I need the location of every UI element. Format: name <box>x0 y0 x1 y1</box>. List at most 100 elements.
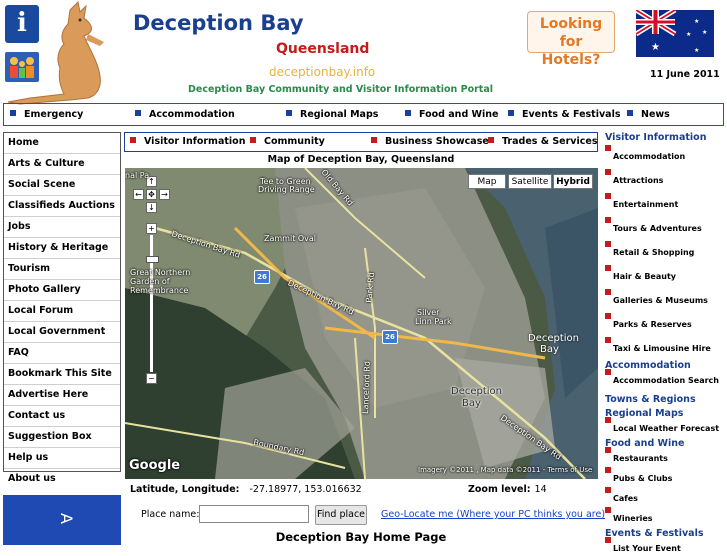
map-label-zammit: Zammit Oval <box>264 234 317 243</box>
menu-bookmark[interactable]: Bookmark This Site <box>4 364 120 385</box>
menu-social-scene[interactable]: Social Scene <box>4 175 120 196</box>
info-icon[interactable]: i <box>5 5 39 43</box>
zoom-in-icon[interactable]: + <box>146 223 157 234</box>
right-item-accommodation[interactable]: Accommodation <box>605 145 725 172</box>
menu-about-us[interactable]: About us <box>4 469 120 489</box>
menu-arts-culture[interactable]: Arts & Culture <box>4 154 120 175</box>
hotels-button[interactable]: Looking for Hotels? <box>527 11 615 68</box>
right-heading-events[interactable]: Events & Festivals <box>605 528 725 540</box>
menu-jobs[interactable]: Jobs <box>4 217 120 238</box>
geo-locate-link[interactable]: Geo-Locate me (Where your PC thinks you … <box>381 509 605 520</box>
right-heading-towns[interactable]: Towns & Regions <box>605 394 725 408</box>
zoom-value: 14 <box>534 484 547 495</box>
sub-nav: Visitor Information Community Business S… <box>124 132 598 152</box>
pan-left-icon[interactable]: ← <box>133 189 144 200</box>
right-item-taxi[interactable]: Taxi & Limousine Hire <box>605 337 725 360</box>
map-label-silver: Silver <box>417 308 440 317</box>
bullet-icon <box>371 137 377 143</box>
left-banner[interactable]: A <box>3 495 121 545</box>
menu-local-government[interactable]: Local Government <box>4 322 120 343</box>
sub-nav-trades[interactable]: Trades & Services <box>488 136 597 147</box>
satellite-map[interactable]: Map Satellite Hybrid ↑ ← ✥ → ↓ + − nal P… <box>125 168 598 479</box>
left-banner-text: A <box>56 513 76 524</box>
pan-reset-icon[interactable]: ✥ <box>146 189 157 200</box>
hotels-line-1: Looking for <box>539 16 603 50</box>
sub-nav-visitor-info[interactable]: Visitor Information <box>130 136 245 147</box>
right-item-list-event[interactable]: List Your Event <box>605 537 725 556</box>
right-item-entertainment[interactable]: Entertainment <box>605 193 725 220</box>
right-item-retail[interactable]: Retail & Shopping <box>605 241 725 268</box>
right-item-pubs[interactable]: Pubs & Clubs <box>605 467 725 490</box>
menu-local-forum[interactable]: Local Forum <box>4 301 120 322</box>
right-heading-accommodation[interactable]: Accommodation <box>605 360 725 372</box>
place-name-input[interactable] <box>199 505 309 523</box>
menu-contact[interactable]: Contact us <box>4 406 120 427</box>
sub-nav-community[interactable]: Community <box>250 136 325 147</box>
right-item-cafes[interactable]: Cafes <box>605 487 725 510</box>
right-heading-visitor[interactable]: Visitor Information <box>605 132 725 148</box>
map-title: Map of Deception Bay, Queensland <box>267 154 455 165</box>
family-icon[interactable] <box>5 52 39 82</box>
map-type-map[interactable]: Map <box>468 174 506 189</box>
pan-down-icon[interactable]: ↓ <box>146 202 157 213</box>
state-heading: Queensland <box>276 41 370 57</box>
menu-help-us[interactable]: Help us <box>4 448 120 469</box>
menu-history[interactable]: History & Heritage <box>4 238 120 259</box>
top-nav-events[interactable]: Events & Festivals <box>508 109 621 120</box>
right-column: Visitor Information Accommodation Attrac… <box>605 132 725 556</box>
menu-tourism[interactable]: Tourism <box>4 259 120 280</box>
menu-home[interactable]: Home <box>4 133 120 154</box>
right-item-restaurants[interactable]: Restaurants <box>605 447 725 470</box>
zoom-slider-handle[interactable] <box>146 256 159 263</box>
bullet-icon <box>130 137 136 143</box>
bullet-icon <box>488 137 494 143</box>
menu-photo-gallery[interactable]: Photo Gallery <box>4 280 120 301</box>
left-menu: Home Arts & Culture Social Scene Classif… <box>3 132 121 484</box>
map-label-gn1: Great Northern <box>130 268 191 277</box>
menu-advertise[interactable]: Advertise Here <box>4 385 120 406</box>
svg-text:★: ★ <box>702 29 707 36</box>
map-label-silver: Linn Park <box>415 317 452 326</box>
find-place-button[interactable]: Find place <box>315 505 367 525</box>
menu-classifieds[interactable]: Classifieds Auctions <box>4 196 120 217</box>
top-nav-food-wine[interactable]: Food and Wine <box>405 109 499 120</box>
map-type-satellite[interactable]: Satellite <box>508 174 552 189</box>
menu-faq[interactable]: FAQ <box>4 343 120 364</box>
right-item-wineries[interactable]: Wineries <box>605 507 725 528</box>
top-nav-regional-maps[interactable]: Regional Maps <box>286 109 378 120</box>
pan-right-icon[interactable]: → <box>159 189 170 200</box>
top-nav-news[interactable]: News <box>627 109 670 120</box>
svg-text:★: ★ <box>694 18 699 25</box>
right-item-galleries[interactable]: Galleries & Museums <box>605 289 725 316</box>
menu-suggestion-box[interactable]: Suggestion Box <box>4 427 120 448</box>
top-nav-accommodation[interactable]: Accommodation <box>135 109 235 120</box>
hotels-line-2: Hotels? <box>541 52 601 68</box>
map-label-gn2: Garden of <box>130 277 170 286</box>
top-nav-emergency[interactable]: Emergency <box>10 109 83 120</box>
bullet-icon <box>508 110 514 116</box>
zoom-out-icon[interactable]: − <box>146 373 157 384</box>
place-name-label: Place name: <box>141 509 200 520</box>
svg-text:★: ★ <box>651 42 660 53</box>
right-item-parks[interactable]: Parks & Reserves <box>605 313 725 340</box>
route-shield-icon: 26 <box>254 270 270 284</box>
map-type-hybrid[interactable]: Hybrid <box>553 174 593 189</box>
domain-name: deceptionbay.info <box>269 65 376 79</box>
right-item-attractions[interactable]: Attractions <box>605 169 725 196</box>
right-item-accom-search[interactable]: Accommodation Search <box>605 369 725 394</box>
map-attribution[interactable]: Imagery ©2011 , Map data ©2011 - Terms o… <box>418 466 592 474</box>
right-item-weather[interactable]: Local Weather Forecast <box>605 417 725 438</box>
site-title: Deception Bay <box>133 11 304 35</box>
map-label-town: Deception <box>451 386 503 397</box>
right-heading-food[interactable]: Food and Wine <box>605 438 725 450</box>
bullet-icon <box>286 110 292 116</box>
right-heading-maps[interactable]: Regional Maps <box>605 408 725 420</box>
map-label-nal: nal Pa <box>125 171 150 180</box>
right-item-hair-beauty[interactable]: Hair & Beauty <box>605 265 725 292</box>
lat-lng-label: Latitude, Longitude: <box>130 484 240 495</box>
google-logo[interactable]: Google <box>129 458 180 473</box>
map-label-water: Deception <box>528 333 580 344</box>
sub-nav-business[interactable]: Business Showcase <box>371 136 489 147</box>
map-label-driving: Driving Range <box>258 185 315 194</box>
right-item-tours[interactable]: Tours & Adventures <box>605 217 725 244</box>
